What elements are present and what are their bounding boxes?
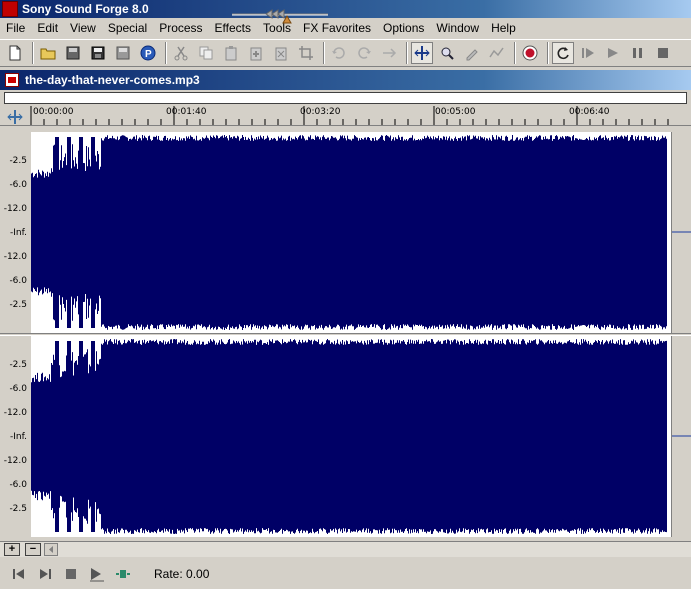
ruler-label: 00:03:20 (300, 107, 341, 117)
open-folder-icon[interactable] (37, 42, 59, 64)
waveform-left (31, 135, 667, 330)
ruler-label: 00:00:00 (33, 107, 74, 117)
stop-transport-icon[interactable] (60, 563, 82, 585)
menu-file[interactable]: File (0, 18, 31, 38)
ruler-label: 00:06:40 (569, 107, 610, 117)
save-all-icon[interactable] (112, 42, 134, 64)
time-ruler[interactable]: 00:00:00 00:01:40 00:03:20 00:05:00 00:0… (0, 106, 691, 126)
db-label: -2.5 (9, 156, 27, 166)
db-label: -2.5 (9, 300, 27, 310)
play-all-icon[interactable] (577, 42, 599, 64)
save-icon[interactable] (62, 42, 84, 64)
toolbar-separator (32, 42, 34, 64)
db-label: -12.0 (3, 252, 27, 262)
db-label: -6.0 (9, 480, 27, 490)
go-to-end-icon[interactable] (34, 563, 56, 585)
window-title-bar[interactable]: Sony Sound Forge 8.0 (0, 0, 691, 18)
svg-text:P: P (145, 49, 152, 60)
db-label: -2.5 (9, 360, 27, 370)
channel-end-area (671, 132, 691, 333)
ruler-label: 00:05:00 (435, 107, 476, 117)
app-icon (2, 1, 18, 17)
menu-options[interactable]: Options (377, 18, 430, 38)
cut-icon[interactable] (170, 42, 192, 64)
db-label: -2.5 (9, 504, 27, 514)
level-scale: -2.5 -6.0 -12.0 -Inf. -12.0 -6.0 -2.5 (0, 132, 30, 333)
waveform-right (31, 339, 667, 534)
menu-view[interactable]: View (64, 18, 102, 38)
toolbar-separator (323, 42, 325, 64)
db-label: -6.0 (9, 276, 27, 286)
audio-file-icon (5, 73, 19, 87)
envelope-tool-icon[interactable] (486, 42, 508, 64)
properties-icon[interactable]: P (137, 42, 159, 64)
pencil-tool-icon[interactable] (461, 42, 483, 64)
pause-icon[interactable] (627, 42, 649, 64)
db-label: -Inf. (10, 432, 27, 442)
menu-window[interactable]: Window (430, 18, 485, 38)
stop-icon[interactable] (652, 42, 674, 64)
paste-icon[interactable] (220, 42, 242, 64)
toolbar-separator (165, 42, 167, 64)
menu-edit[interactable]: Edit (31, 18, 64, 38)
menu-special[interactable]: Special (102, 18, 153, 38)
rate-readout: Rate: 0.00 (154, 567, 210, 581)
zoom-in-button[interactable]: + (4, 543, 20, 556)
magnify-tool-icon[interactable] (436, 42, 458, 64)
db-label: -6.0 (9, 384, 27, 394)
db-label: -12.0 (3, 408, 27, 418)
save-as-icon[interactable] (87, 42, 109, 64)
channel-left[interactable]: -2.5 -6.0 -12.0 -Inf. -12.0 -6.0 -2.5 (0, 132, 691, 333)
undo-icon[interactable] (328, 42, 350, 64)
play-icon[interactable] (602, 42, 624, 64)
scrub-icon[interactable] (112, 563, 134, 585)
db-label: -12.0 (3, 456, 27, 466)
menu-help[interactable]: Help (485, 18, 522, 38)
play-normal-icon[interactable] (86, 563, 108, 585)
ruler-label: 00:01:40 (166, 107, 207, 117)
scroll-left-button[interactable] (44, 543, 58, 556)
data-window: the-day-that-never-comes.mp3 00:00:00 00… (0, 70, 691, 560)
record-icon[interactable] (519, 42, 541, 64)
horizontal-scroll-row: + − (0, 541, 691, 557)
zoom-out-button[interactable]: − (25, 543, 41, 556)
db-label: -Inf. (10, 228, 27, 238)
waveform-area[interactable]: -2.5 -6.0 -12.0 -Inf. -12.0 -6.0 -2.5 -2… (0, 128, 691, 538)
repeat-icon[interactable] (378, 42, 400, 64)
document-title-bar[interactable]: the-day-that-never-comes.mp3 (0, 70, 691, 90)
toolbar-separator (514, 42, 516, 64)
transport-bar: Rate: 0.00 (0, 559, 691, 589)
main-toolbar: P (0, 39, 691, 67)
crossfade-icon[interactable] (270, 42, 292, 64)
waveform-canvas[interactable] (31, 132, 671, 333)
menu-process[interactable]: Process (153, 18, 208, 38)
mix-icon[interactable] (245, 42, 267, 64)
document-filename: the-day-that-never-comes.mp3 (25, 73, 200, 87)
db-label: -6.0 (9, 180, 27, 190)
menu-bar: File Edit View Special Process Effects T… (0, 18, 691, 38)
db-label: -12.0 (3, 204, 27, 214)
redo-icon[interactable] (353, 42, 375, 64)
trim-crop-icon[interactable] (295, 42, 317, 64)
toolbar-separator (547, 42, 549, 64)
toolbar-separator (406, 42, 408, 64)
overview-bar[interactable] (4, 92, 687, 104)
edit-tool-icon[interactable] (411, 42, 433, 64)
waveform-canvas[interactable] (31, 336, 671, 537)
channel-right[interactable]: -2.5 -6.0 -12.0 -Inf. -12.0 -6.0 -2.5 (0, 336, 691, 537)
level-scale: -2.5 -6.0 -12.0 -Inf. -12.0 -6.0 -2.5 (0, 336, 30, 537)
new-file-icon[interactable] (4, 42, 26, 64)
loop-playback-icon[interactable] (552, 42, 574, 64)
go-to-start-icon[interactable] (8, 563, 30, 585)
channel-end-area (671, 336, 691, 537)
window-title: Sony Sound Forge 8.0 (22, 2, 149, 16)
copy-icon[interactable] (195, 42, 217, 64)
rate-slider[interactable] (232, 8, 328, 24)
